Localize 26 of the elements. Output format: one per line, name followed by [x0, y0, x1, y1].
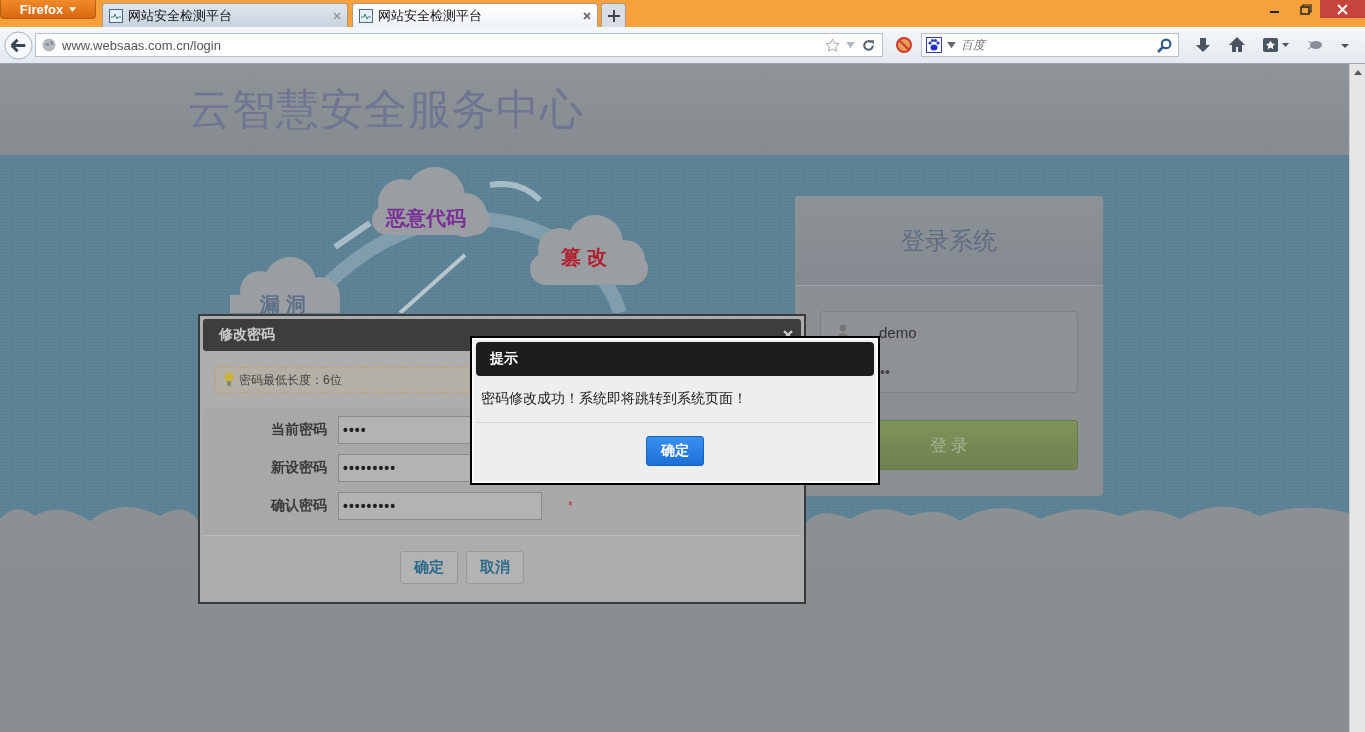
url-text: www.websaas.com.cn/login: [62, 37, 221, 53]
confirm-button[interactable]: 确定: [400, 551, 458, 584]
browser-tab[interactable]: 网站安全检测平台: [352, 3, 598, 27]
firefox-menu-button[interactable]: Firefox: [0, 0, 96, 19]
cloud-label: 漏 洞: [260, 292, 306, 317]
tab-title: 网站安全检测平台: [378, 6, 483, 25]
cloud-label: 篡 改: [561, 245, 607, 270]
alert-message: 密码修改成功！系统即将跳转到系统页面！: [476, 376, 874, 423]
required-mark: *: [568, 499, 573, 513]
tip-text: 密码最低长度：6位: [239, 371, 342, 389]
cloud-label: 恶意代码: [386, 206, 466, 231]
search-field[interactable]: 百度: [921, 33, 1179, 57]
field-label: 确认密码: [269, 497, 327, 515]
cancel-button[interactable]: 取消: [466, 551, 524, 584]
alert-title: 提示: [490, 350, 518, 368]
field-label: 当前密码: [270, 421, 327, 439]
tab-title: 网站安全检测平台: [128, 6, 233, 25]
confirm-button[interactable]: 确定: [646, 436, 704, 466]
password-field[interactable]: •••••••••: [338, 492, 542, 520]
browser-tab[interactable]: 网站安全检测平台: [102, 3, 348, 27]
address-field[interactable]: www.websaas.com.cn/login: [35, 33, 883, 57]
dialog-title: 修改密码: [219, 326, 275, 344]
password-value: ••: [880, 364, 890, 380]
search-placeholder: 百度: [961, 36, 988, 54]
field-label: 新设密码: [270, 459, 327, 477]
username-value: demo: [879, 323, 917, 341]
